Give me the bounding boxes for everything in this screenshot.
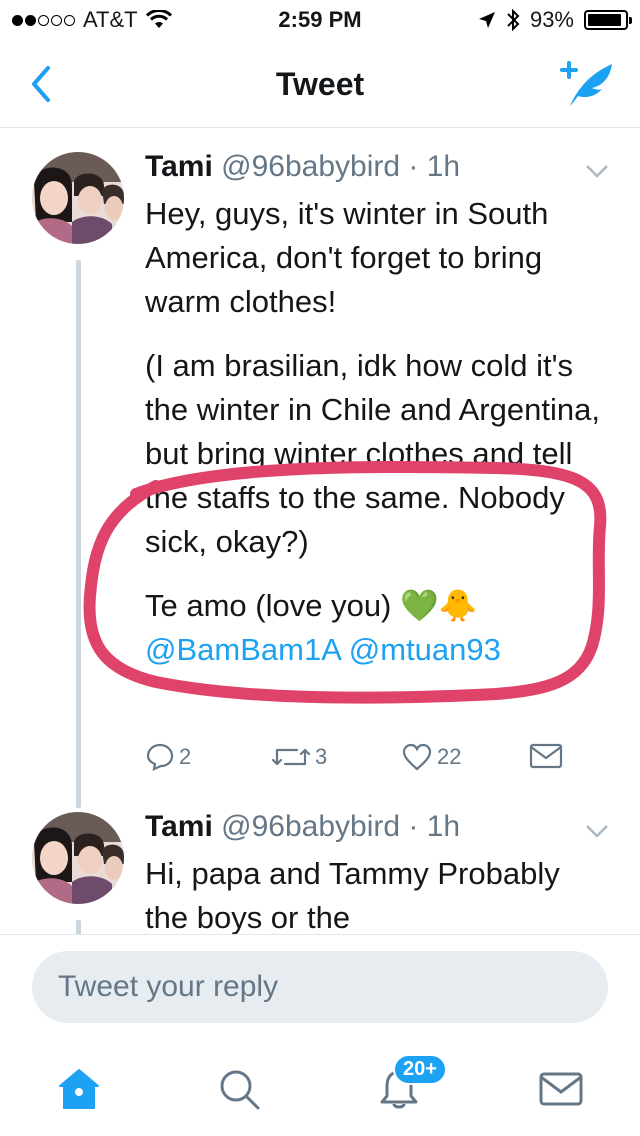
like-count: 22 (437, 744, 462, 769)
tweet[interactable]: Tami @96babybird · 1h Hey, guys, it's wi… (0, 128, 640, 808)
compose-tweet-icon[interactable] (556, 58, 616, 110)
retweet-count: 3 (315, 744, 328, 769)
tweet-actions: 2 3 22 (145, 742, 585, 782)
thread-line (76, 260, 81, 808)
status-bar: AT&T 2:59 PM 93% (0, 0, 640, 40)
tweet-paragraph: Te amo (love you) 💚🐥 (145, 588, 478, 623)
battery-percent: 93% (529, 7, 574, 32)
battery-icon (584, 10, 632, 30)
direct-message-action[interactable] (529, 742, 563, 770)
heart-icon[interactable] (401, 742, 433, 772)
chevron-down-icon[interactable] (584, 162, 610, 180)
status-right: 93% (478, 7, 632, 33)
tab-bar (0, 1040, 640, 1136)
reply-icon[interactable] (145, 742, 175, 772)
tweet[interactable]: Tami @96babybird · 1h Hi, papa and Tammy… (0, 808, 640, 934)
envelope-icon[interactable] (529, 742, 563, 770)
home-icon[interactable] (56, 1066, 102, 1112)
retweet-icon[interactable] (271, 742, 311, 772)
retweet-action[interactable]: 3 (271, 742, 327, 772)
tweet-text: Hey, guys, it's winter in South America,… (145, 192, 615, 672)
tweet-header: Tami @96babybird · 1h (145, 150, 460, 184)
reply-action[interactable]: 2 (145, 742, 191, 772)
chevron-down-icon[interactable] (584, 822, 610, 840)
like-action[interactable]: 22 (401, 742, 461, 772)
battery-level (588, 14, 622, 26)
tweet-paragraph: Hey, guys, it's winter in South America,… (145, 196, 549, 319)
tweet-paragraph: (I am brasilian, idk how cold it's the w… (145, 348, 600, 559)
display-name[interactable]: Tami (145, 150, 213, 183)
location-arrow-icon (478, 12, 495, 28)
nav-bar: Tweet (0, 40, 640, 128)
reply-input[interactable] (32, 951, 608, 1023)
mention-links[interactable]: @BamBam1A @mtuan93 (145, 628, 615, 672)
thread-line (76, 920, 81, 934)
tweet-text: Hi, papa and Tammy Probably the boys or … (145, 856, 560, 934)
notifications-badge: 20+ (393, 1054, 447, 1085)
username-time: @96babybird · 1h (221, 810, 461, 843)
bluetooth-icon (507, 8, 520, 32)
display-name[interactable]: Tami (145, 810, 213, 843)
username-time: @96babybird · 1h (221, 150, 461, 183)
tweet-header: Tami @96babybird · 1h (145, 810, 460, 844)
avatar[interactable] (32, 812, 124, 904)
search-icon[interactable] (216, 1066, 262, 1112)
reply-bar (0, 934, 640, 1040)
envelope-icon[interactable] (538, 1066, 584, 1112)
reply-count: 2 (179, 744, 192, 769)
page-title: Tweet (275, 66, 365, 102)
avatar[interactable] (32, 152, 124, 244)
